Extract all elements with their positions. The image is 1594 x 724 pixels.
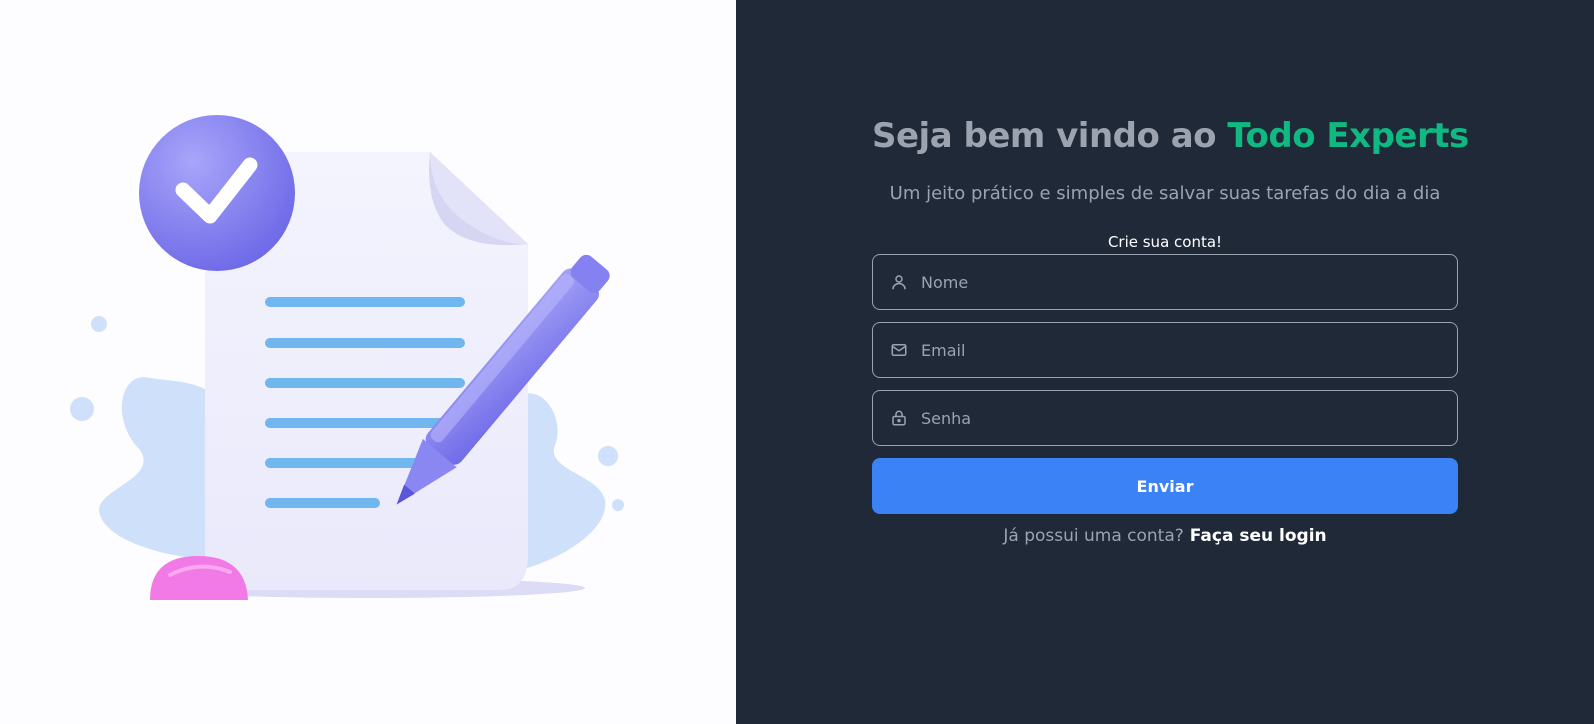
email-input[interactable] <box>919 322 1457 378</box>
login-prompt: Já possui uma conta? Faça seu login <box>872 524 1458 548</box>
brand-name: Todo Experts <box>1227 116 1469 156</box>
mail-icon <box>889 340 909 360</box>
submit-button[interactable]: Enviar <box>872 458 1458 514</box>
password-input[interactable] <box>919 390 1457 446</box>
user-icon <box>889 272 909 292</box>
email-field[interactable] <box>872 322 1458 378</box>
form-title: Crie sua conta! <box>1107 233 1223 251</box>
signup-content: Seja bem vindo ao Todo Experts Um jeito … <box>872 112 1469 548</box>
login-question: Já possui uma conta? <box>1003 526 1184 546</box>
illustration-panel <box>0 0 736 724</box>
page-title: Seja bem vindo ao Todo Experts <box>872 112 1469 160</box>
page-subtitle: Um jeito prático e simples de salvar sua… <box>889 183 1441 204</box>
page: Seja bem vindo ao Todo Experts Um jeito … <box>0 0 1594 724</box>
name-field[interactable] <box>872 254 1458 310</box>
title-prefix: Seja bem vindo ao <box>872 116 1217 156</box>
signup-panel: Seja bem vindo ao Todo Experts Um jeito … <box>736 0 1594 724</box>
lock-icon <box>889 408 909 428</box>
login-link[interactable]: Faça seu login <box>1190 526 1327 546</box>
document-illustration <box>70 115 624 600</box>
name-input[interactable] <box>919 254 1457 310</box>
password-field[interactable] <box>872 390 1458 446</box>
